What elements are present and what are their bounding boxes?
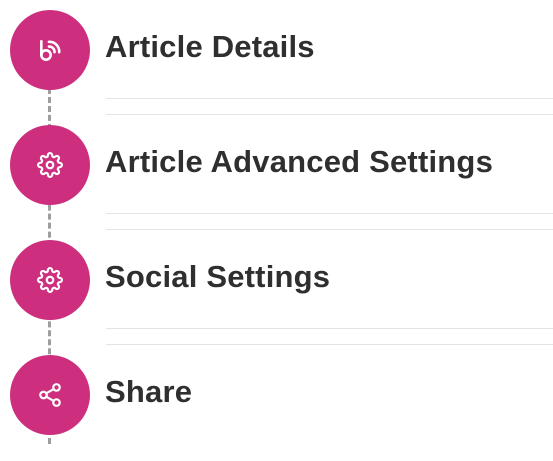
step-icon-circle[interactable]	[10, 355, 90, 435]
step-icon-circle[interactable]	[10, 240, 90, 320]
step-icon-circle[interactable]	[10, 10, 90, 90]
divider	[106, 213, 553, 214]
gear-icon	[37, 267, 63, 293]
share-icon	[39, 383, 61, 407]
step-title[interactable]: Share	[105, 373, 192, 410]
step-title[interactable]: Article Details	[105, 28, 315, 65]
step-icon-circle[interactable]	[10, 125, 90, 205]
divider	[106, 98, 553, 99]
gear-icon	[37, 152, 63, 178]
step-title[interactable]: Social Settings	[105, 258, 330, 295]
settings-stepper: Article Details Article Advanced Setting…	[0, 0, 553, 444]
step-title[interactable]: Article Advanced Settings	[105, 143, 493, 180]
blog-rss-icon	[40, 40, 61, 61]
divider	[106, 328, 553, 329]
